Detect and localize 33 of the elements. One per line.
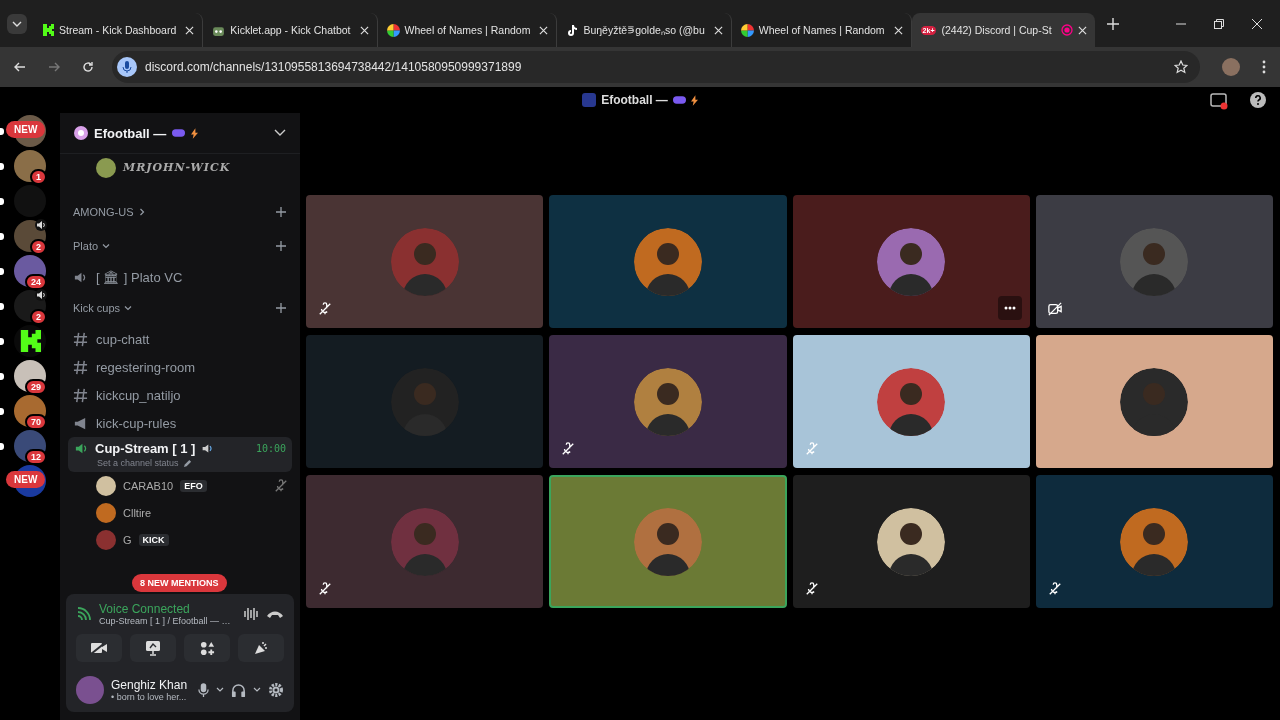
active-voice-channel[interactable]: Cup-Stream [ 1 ] 10:00 Set a channel status xyxy=(68,437,292,472)
new-badge: NEW xyxy=(6,121,46,138)
member-name[interactable]: Clltire xyxy=(123,506,152,519)
channel-item[interactable]: [ 🏛 ] Plato VC xyxy=(68,263,292,291)
channel-item[interactable]: kick-cup-rules xyxy=(68,409,292,437)
server-tag: EFO xyxy=(180,479,207,492)
server-tag: KICK xyxy=(138,533,169,546)
window-title: Efootball — xyxy=(601,93,668,107)
unread-badge: 29 xyxy=(25,379,47,395)
channel-item[interactable]: cup-chatt xyxy=(68,325,292,353)
voice-status[interactable]: Voice Connected xyxy=(99,602,236,616)
call-timer: 10:00 xyxy=(255,443,286,454)
category-header[interactable]: Kick cups xyxy=(73,302,121,314)
channel-name: Cup-Stream [ 1 ] xyxy=(95,441,196,456)
voice-location[interactable]: Cup-Stream [ 1 ] / Efootball — … xyxy=(99,616,236,626)
channel-item[interactable]: kickcup_natiljo xyxy=(68,381,292,409)
address-bar[interactable]: discord.com/channels/1310955813694738442/1410580950999371899 xyxy=(112,51,1200,83)
member-name[interactable]: CARAB10 xyxy=(123,479,174,492)
new-badge: NEW xyxy=(6,471,46,488)
url-text: discord.com/channels/1310955813694738442/1410580950999371899 xyxy=(145,60,523,74)
member-name[interactable]: MRJOHN-WICK xyxy=(123,161,231,174)
unread-badge: 24 xyxy=(25,274,47,290)
custom-status: • born to love her... xyxy=(111,692,188,702)
unread-badge: 12 xyxy=(25,449,47,465)
channel-item[interactable]: regestering-room xyxy=(68,353,292,381)
category-header[interactable]: Plato xyxy=(73,240,99,252)
member-name[interactable]: G xyxy=(123,533,132,546)
category-header[interactable]: AMONG-US xyxy=(73,206,134,218)
new-mentions-pill[interactable]: 8 NEW MENTIONS xyxy=(132,574,227,592)
unread-badge: 70 xyxy=(25,414,47,430)
channel-status[interactable]: Set a channel status xyxy=(97,458,179,468)
username[interactable]: Genghiz Khan xyxy=(111,678,191,692)
server-name[interactable]: Efootball — xyxy=(94,125,167,141)
